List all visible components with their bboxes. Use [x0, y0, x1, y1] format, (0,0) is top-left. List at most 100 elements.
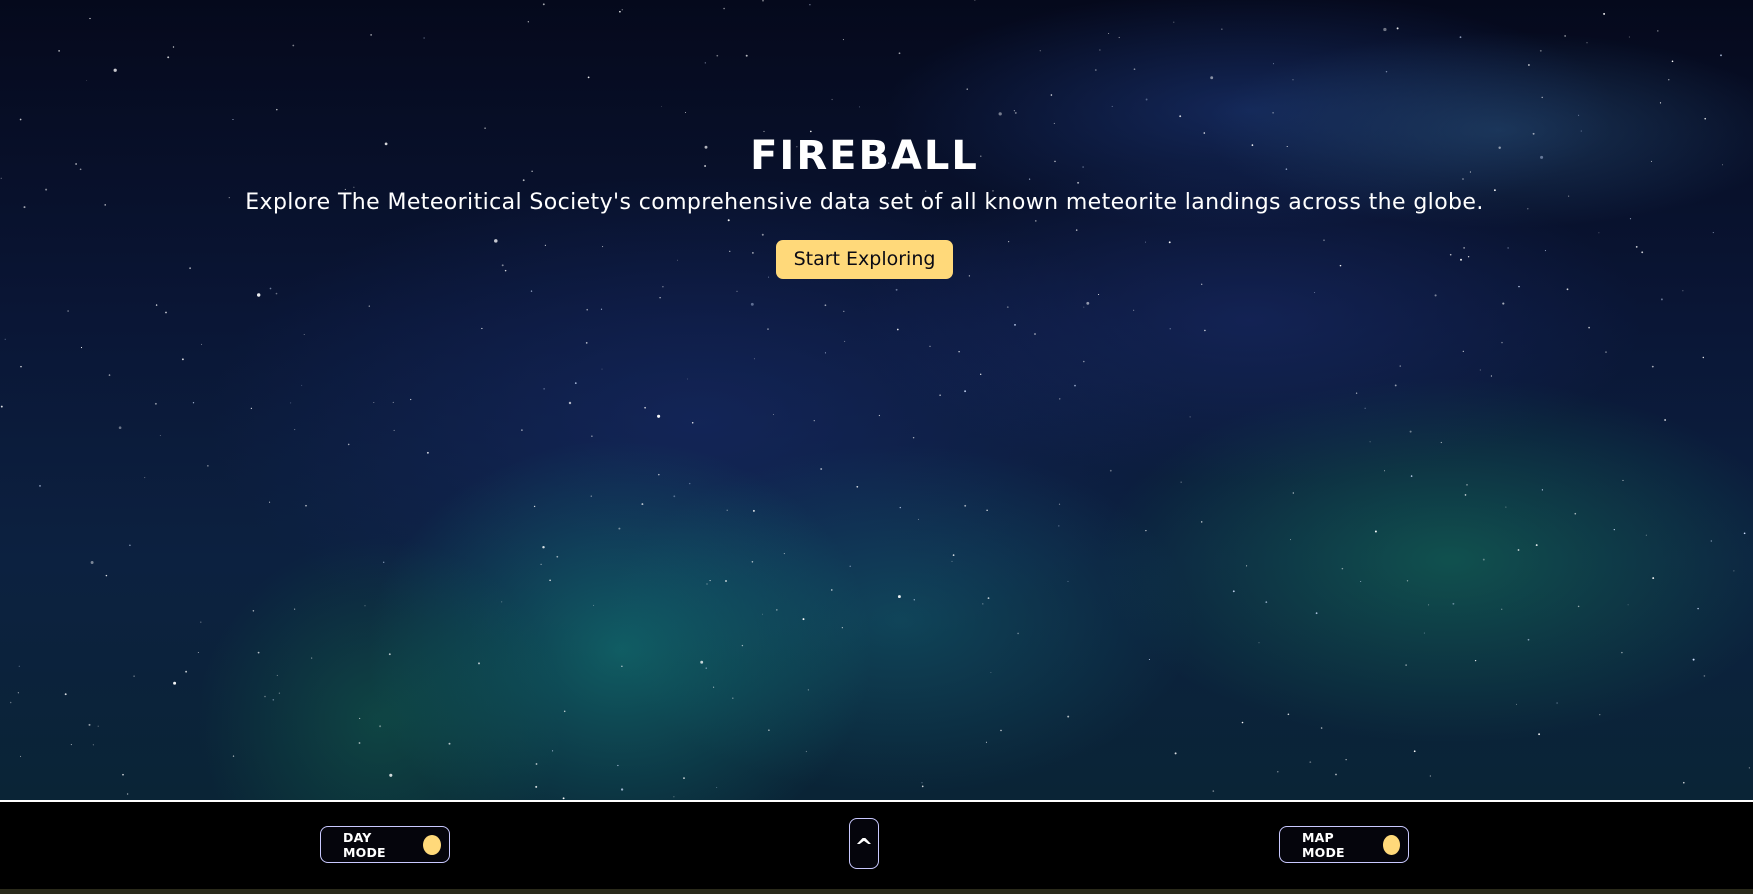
- star: [841, 627, 843, 629]
- star: [1287, 713, 1290, 716]
- star: [986, 509, 988, 512]
- star: [844, 340, 846, 342]
- star: [1527, 64, 1530, 66]
- star: [364, 605, 366, 607]
- star: [1094, 69, 1097, 71]
- star: [1399, 365, 1401, 367]
- star: [303, 333, 305, 335]
- star: [895, 288, 898, 291]
- star: [1651, 365, 1654, 368]
- star: [1697, 607, 1699, 610]
- star: [807, 689, 809, 691]
- star: [1586, 42, 1588, 44]
- star: [600, 308, 603, 310]
- star: [108, 374, 111, 376]
- star: [1613, 528, 1615, 531]
- star: [1664, 419, 1666, 421]
- star: [1099, 49, 1101, 51]
- star: [750, 302, 754, 306]
- star: [1272, 111, 1274, 114]
- star: [232, 755, 235, 757]
- star: [620, 788, 624, 791]
- star: [813, 420, 815, 422]
- star: [173, 681, 177, 685]
- star: [1516, 703, 1517, 705]
- star: [705, 667, 707, 669]
- star: [155, 304, 158, 306]
- star: [958, 350, 960, 353]
- star: [1200, 521, 1203, 523]
- star: [1341, 567, 1344, 570]
- star: [165, 311, 167, 314]
- star: [1067, 580, 1069, 582]
- scroll-to-top-button[interactable]: ^: [849, 818, 879, 869]
- star: [1428, 604, 1430, 606]
- star: [1574, 512, 1577, 515]
- hero-content: FIREBALL Explore The Meteoritical Societ…: [0, 128, 1729, 279]
- star: [713, 686, 715, 688]
- star: [257, 293, 261, 297]
- day-mode-toggle[interactable]: DAY MODE: [320, 826, 450, 863]
- star: [659, 296, 661, 299]
- star: [1482, 558, 1485, 561]
- star: [591, 435, 593, 437]
- star: [1221, 28, 1223, 30]
- star: [269, 287, 272, 290]
- star: [831, 589, 833, 591]
- star: [207, 465, 209, 467]
- star: [896, 328, 899, 331]
- star: [858, 106, 861, 108]
- star: [952, 554, 955, 556]
- star: [1501, 608, 1503, 610]
- star: [987, 597, 990, 599]
- star: [305, 504, 307, 507]
- star: [201, 343, 203, 345]
- star: [383, 561, 385, 563]
- star: [1466, 484, 1468, 486]
- star: [1628, 36, 1630, 38]
- star: [1599, 714, 1601, 716]
- star: [478, 662, 480, 665]
- star: [126, 793, 129, 795]
- star: [1360, 581, 1362, 582]
- star: [264, 695, 266, 698]
- star: [1409, 430, 1412, 433]
- star: [897, 595, 901, 599]
- star: [19, 118, 22, 121]
- star: [751, 561, 754, 563]
- star: [1588, 326, 1590, 329]
- star: [1535, 544, 1538, 547]
- star: [1108, 32, 1110, 35]
- star: [831, 98, 833, 101]
- star: [389, 773, 393, 777]
- star: [1660, 298, 1663, 301]
- star: [1748, 767, 1751, 769]
- star: [1464, 494, 1467, 496]
- star: [129, 544, 131, 547]
- star: [913, 599, 915, 601]
- star: [272, 699, 275, 701]
- star: [92, 744, 94, 746]
- star: [294, 608, 296, 610]
- star: [1034, 333, 1036, 335]
- map-mode-toggle[interactable]: MAP MODE: [1279, 826, 1409, 863]
- star: [167, 56, 170, 59]
- star: [1501, 341, 1503, 344]
- start-exploring-button[interactable]: Start Exploring: [775, 240, 954, 279]
- star: [1098, 293, 1100, 296]
- star: [58, 50, 60, 52]
- star: [276, 108, 278, 111]
- star: [1479, 369, 1481, 371]
- star: [980, 373, 982, 375]
- star: [1169, 328, 1171, 330]
- star: [144, 477, 146, 479]
- star: [1703, 675, 1706, 677]
- star: [1541, 96, 1543, 99]
- star: [1556, 702, 1558, 704]
- star: [641, 503, 644, 506]
- star: [691, 421, 694, 424]
- star: [1014, 111, 1017, 114]
- page: FIREBALL Explore The Meteoritical Societ…: [0, 0, 1753, 894]
- star: [292, 44, 295, 47]
- star: [568, 401, 572, 405]
